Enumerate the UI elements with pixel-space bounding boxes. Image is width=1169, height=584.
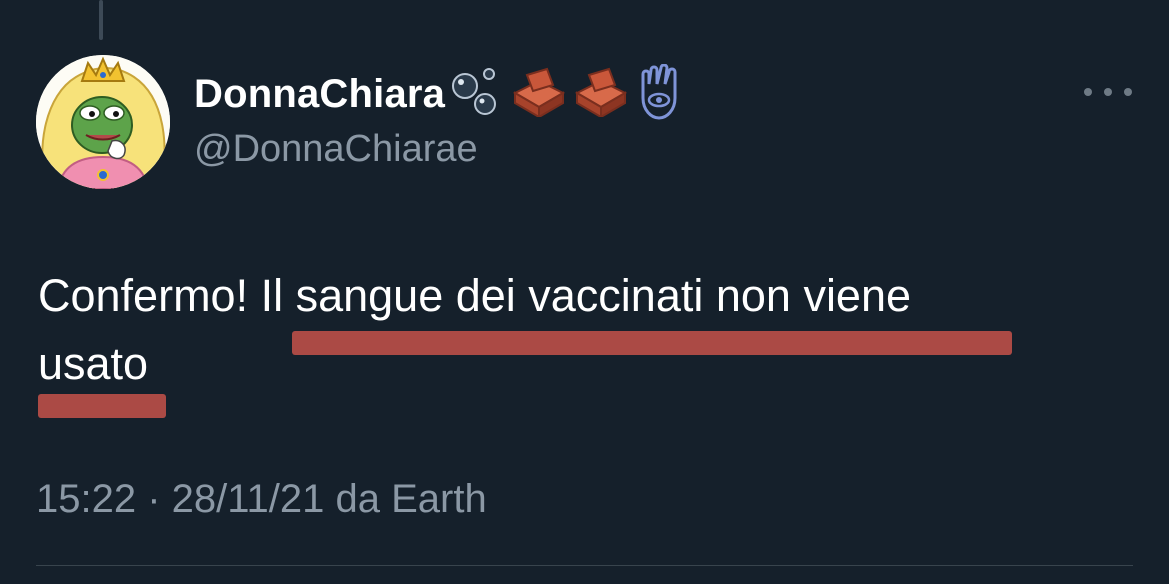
brick-icon: [571, 67, 629, 122]
more-options-button[interactable]: [1084, 80, 1132, 104]
princess-frog-avatar-icon: [36, 55, 170, 189]
tweet-text-line: usato: [38, 338, 149, 389]
author-handle[interactable]: @DonnaChiarae: [194, 128, 685, 171]
tweet-timestamp[interactable]: 15:22 · 28/11/21 da Earth: [36, 477, 487, 522]
thread-connector-line: [99, 0, 103, 40]
tweet-author: DonnaChiara @DonnaChiarae: [194, 63, 685, 171]
more-horizontal-icon: [1124, 88, 1132, 96]
divider: [36, 565, 1133, 566]
more-horizontal-icon: [1104, 88, 1112, 96]
hamsa-icon: [633, 63, 685, 125]
author-display-name[interactable]: DonnaChiara: [194, 72, 445, 117]
tweet-body: Confermo! Il sangue dei vaccinati non vi…: [38, 262, 1098, 398]
brick-icon: [509, 67, 567, 122]
avatar[interactable]: [36, 55, 170, 189]
author-name-row: DonnaChiara: [194, 63, 685, 125]
bubbles-icon: [449, 64, 505, 125]
tweet-text-line: Confermo! Il sangue dei vaccinati non vi…: [38, 270, 912, 321]
more-horizontal-icon: [1084, 88, 1092, 96]
